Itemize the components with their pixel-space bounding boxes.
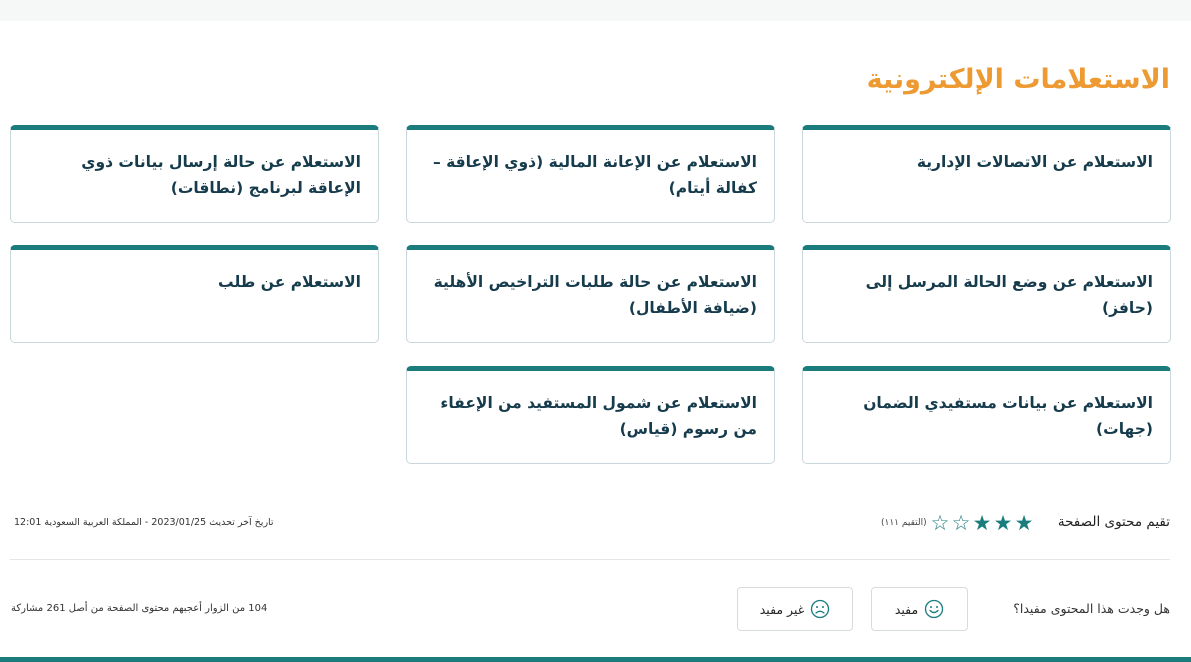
card-label: الاستعلام عن حالة إرسال بيانات ذوي الإعا… bbox=[81, 153, 361, 197]
card-disability-data-nitaqat[interactable]: الاستعلام عن حالة إرسال بيانات ذوي الإعا… bbox=[10, 125, 379, 223]
card-social-security-beneficiaries[interactable]: الاستعلام عن بيانات مستفيدي الضمان (جهات… bbox=[802, 366, 1171, 464]
card-label: الاستعلام عن الاتصالات الإدارية bbox=[916, 153, 1153, 171]
rating-stars[interactable]: ★ ★ ★ ☆ ☆ bbox=[930, 511, 1034, 535]
helpful-label: مفيد bbox=[894, 601, 919, 617]
not-helpful-button[interactable]: غير مفيد bbox=[737, 587, 853, 631]
star-outline-icon[interactable]: ☆ bbox=[930, 511, 950, 535]
rating-label: تقيم محتوى الصفحة bbox=[1057, 514, 1170, 530]
rating-count: (التقيم ١١١) bbox=[881, 518, 927, 528]
card-label: الاستعلام عن الإعانة المالية (ذوي الإعاق… bbox=[432, 153, 757, 197]
feedback-section: هل وجدت هذا المحتوى مفيدا؟ مفيد غير مفيد… bbox=[0, 587, 1191, 631]
card-label: الاستعلام عن وضع الحالة المرسل إلى (حافز… bbox=[865, 273, 1153, 317]
inquiry-cards-grid: الاستعلام عن الاتصالات الإدارية الاستعلا… bbox=[0, 0, 1191, 480]
divider bbox=[10, 559, 1170, 560]
card-label: الاستعلام عن شمول المستفيد من الإعفاء من… bbox=[440, 394, 757, 438]
card-label: الاستعلام عن حالة طلبات التراخيص الأهلية… bbox=[433, 273, 757, 317]
page: الاستعلامات الإلكترونية الاستعلام عن الا… bbox=[0, 0, 1191, 662]
not-helpful-label: غير مفيد bbox=[759, 601, 805, 617]
card-qiyas-exemption[interactable]: الاستعلام عن شمول المستفيد من الإعفاء من… bbox=[406, 366, 775, 464]
card-label: الاستعلام عن طلب bbox=[218, 273, 361, 291]
footer-top-bar bbox=[0, 657, 1191, 662]
star-filled-icon[interactable]: ★ bbox=[1014, 511, 1034, 535]
card-label: الاستعلام عن بيانات مستفيدي الضمان (جهات… bbox=[863, 394, 1153, 438]
card-financial-aid[interactable]: الاستعلام عن الإعانة المالية (ذوي الإعاق… bbox=[406, 125, 775, 223]
helpful-button[interactable]: مفيد bbox=[871, 587, 968, 631]
star-outline-icon[interactable]: ☆ bbox=[951, 511, 971, 535]
page-rating: تقيم محتوى الصفحة ★ ★ ★ ☆ ☆ (التقيم ١١١)… bbox=[0, 509, 1191, 539]
card-request-inquiry[interactable]: الاستعلام عن طلب bbox=[10, 245, 379, 343]
last-updated: تاريخ آخر تحديث 2023/01/25 - المملكة الع… bbox=[14, 517, 274, 528]
frown-face-icon bbox=[811, 599, 830, 619]
star-filled-icon[interactable]: ★ bbox=[972, 511, 992, 535]
smile-face-icon bbox=[925, 599, 944, 619]
feedback-question: هل وجدت هذا المحتوى مفيدا؟ bbox=[1013, 601, 1170, 616]
star-filled-icon[interactable]: ★ bbox=[993, 511, 1013, 535]
feedback-stats: 104 من الزوار أعجبهم محتوى الصفحة من أصل… bbox=[11, 603, 268, 614]
card-administrative-communications[interactable]: الاستعلام عن الاتصالات الإدارية bbox=[802, 125, 1171, 223]
card-hafiz-status[interactable]: الاستعلام عن وضع الحالة المرسل إلى (حافز… bbox=[802, 245, 1171, 343]
card-private-licenses[interactable]: الاستعلام عن حالة طلبات التراخيص الأهلية… bbox=[406, 245, 775, 343]
